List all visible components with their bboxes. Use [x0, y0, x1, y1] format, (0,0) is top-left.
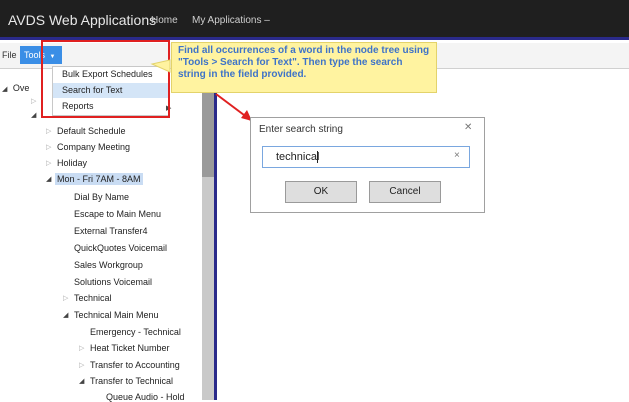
collapse-arrow-icon[interactable]: ▷ — [46, 127, 51, 135]
tree-item-selected[interactable]: Mon - Fri 7AM - 8AM — [55, 173, 143, 185]
cancel-button[interactable]: Cancel — [369, 181, 441, 203]
tree-item[interactable]: Sales Workgroup — [74, 260, 143, 270]
expand-arrow-icon: ◢ — [2, 86, 8, 93]
expand-arrow-icon[interactable]: ◢ — [79, 377, 84, 385]
clear-input-icon[interactable]: × — [454, 150, 460, 161]
highlight-box-tools — [41, 40, 170, 118]
text-caret — [317, 151, 318, 163]
tree-item[interactable]: Heat Ticket Number — [90, 343, 170, 353]
tree-item[interactable]: QuickQuotes Voicemail — [74, 243, 167, 253]
tree-item[interactable]: Holiday — [57, 158, 87, 168]
tree-item[interactable]: Solutions Voicemail — [74, 277, 152, 287]
tree-item[interactable]: Transfer to Accounting — [90, 360, 180, 370]
tree-item[interactable]: Escape to Main Menu — [74, 209, 161, 219]
tree-item[interactable]: Technical — [74, 293, 112, 303]
nav-home-link[interactable]: Home — [151, 15, 178, 26]
tip-callout: Find all occurrences of a word in the no… — [171, 42, 437, 93]
tree-root-item[interactable]: ◢ Ove — [2, 83, 29, 93]
panel-divider[interactable] — [214, 69, 217, 400]
close-icon[interactable]: ✕ — [464, 122, 472, 133]
ok-button[interactable]: OK — [285, 181, 357, 203]
expand-arrow-icon[interactable]: ◢ — [31, 111, 36, 119]
search-input-value[interactable]: technical — [276, 151, 319, 163]
tree-item[interactable]: External Transfer4 — [74, 226, 148, 236]
annotation-arrow — [215, 93, 253, 122]
collapse-arrow-icon[interactable]: ▷ — [46, 143, 51, 151]
tree-item[interactable]: Transfer to Technical — [90, 376, 173, 386]
expand-arrow-icon[interactable]: ◢ — [46, 175, 51, 183]
tree-item[interactable]: Emergency - Technical — [90, 327, 181, 337]
tree-item-label: Ove — [12, 83, 30, 93]
tree-item[interactable]: Queue Audio - Hold — [106, 392, 185, 402]
collapse-arrow-icon[interactable]: ▷ — [79, 344, 84, 352]
tree-item[interactable]: Company Meeting — [57, 142, 130, 152]
collapse-arrow-icon[interactable]: ▷ — [46, 159, 51, 167]
expand-arrow-icon[interactable]: ◢ — [63, 311, 68, 319]
collapse-arrow-icon[interactable]: ▷ — [31, 97, 36, 105]
tree-item[interactable]: Default Schedule — [57, 126, 126, 136]
collapse-arrow-icon[interactable]: ▷ — [63, 294, 68, 302]
tree-item[interactable]: Dial By Name — [74, 192, 129, 202]
tree-item[interactable]: Technical Main Menu — [74, 310, 159, 320]
file-menu-label: File — [2, 50, 17, 60]
nav-my-applications-link[interactable]: My Applications – — [192, 15, 270, 26]
dialog-title: Enter search string — [259, 124, 343, 135]
app-title: AVDS Web Applications — [8, 12, 157, 28]
callout-text: Find all occurrences of a word in the no… — [178, 45, 430, 80]
collapse-arrow-icon[interactable]: ▷ — [79, 361, 84, 369]
